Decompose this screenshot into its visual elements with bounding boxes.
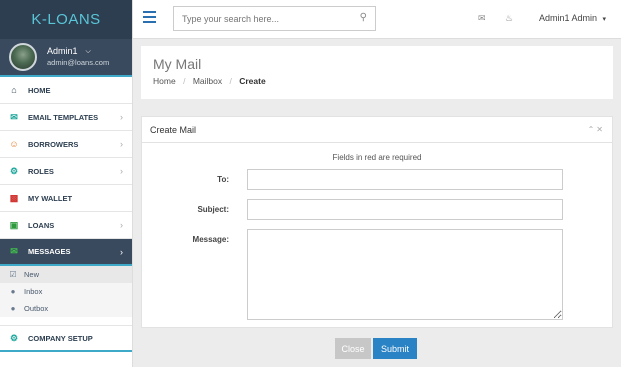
to-field[interactable] <box>247 169 563 190</box>
to-label: To: <box>217 175 229 184</box>
sidebar-item-label: ROLES <box>28 166 54 176</box>
envelope-icon[interactable]: ✉ <box>478 13 486 24</box>
sidebar-item-label: EMAIL TEMPLATES <box>28 112 99 122</box>
breadcrumb-mailbox[interactable]: Mailbox <box>193 76 222 86</box>
cogs-icon: ⚙ <box>9 332 19 343</box>
menu-toggle-icon[interactable] <box>143 11 156 24</box>
chevron-right-icon: › <box>120 247 123 257</box>
submenu-item-label: Outbox <box>24 304 49 313</box>
topbar: ⚲ ✉ ♨ Admin1 Admin ▾ <box>133 0 621 39</box>
breadcrumb-current: Create <box>239 76 266 86</box>
sidebar-item-home[interactable]: ⌂ HOME <box>0 77 132 104</box>
sidebar: K-LOANS Admin1 ⌵ admin@loans.com ⌂ HOME … <box>0 0 133 367</box>
profile-name: Admin1 <box>47 46 78 56</box>
chevron-right-icon: › <box>120 112 123 122</box>
subject-field[interactable] <box>247 199 563 220</box>
submenu-item-new[interactable]: ☑ New <box>0 266 132 283</box>
submenu-item-inbox[interactable]: ● Inbox <box>0 283 132 300</box>
search-box: ⚲ <box>173 6 376 31</box>
sidebar-item-label: COMPANY SETUP <box>28 333 93 343</box>
sidebar-item-my-wallet[interactable]: ▩ MY WALLET <box>0 185 132 212</box>
messages-submenu: ☑ New ● Inbox ● Outbox <box>0 266 132 317</box>
submit-button[interactable]: Submit <box>373 338 417 359</box>
sidebar-item-label: BORROWERS <box>28 139 79 149</box>
close-icon[interactable]: ✕ <box>596 125 605 134</box>
smiley-icon: ☺ <box>9 139 19 149</box>
subject-label: Subject: <box>197 205 229 214</box>
avatar <box>9 43 37 71</box>
sidebar-item-loans[interactable]: ▣ LOANS › <box>0 212 132 239</box>
user-menu-label: Admin1 Admin <box>539 13 598 23</box>
panel-header: Create Mail ⌃✕ <box>142 117 612 143</box>
search-input[interactable] <box>174 7 354 30</box>
sidebar-item-label: HOME <box>28 85 51 95</box>
sidebar-item-label: LOANS <box>28 220 55 230</box>
chevron-right-icon: › <box>120 220 123 230</box>
page-title: My Mail <box>153 56 202 72</box>
profile-email: admin@loans.com <box>47 58 110 67</box>
envelope-icon: ✉ <box>10 111 18 122</box>
bell-icon[interactable]: ♨ <box>505 13 513 24</box>
close-button[interactable]: Close <box>335 338 371 359</box>
breadcrumb: Home / Mailbox / Create <box>153 76 266 86</box>
panel-title: Create Mail <box>150 124 197 135</box>
submenu-item-label: New <box>24 270 40 279</box>
collapse-icon[interactable]: ⌃ <box>588 125 597 134</box>
breadcrumb-home[interactable]: Home <box>153 76 176 86</box>
home-icon: ⌂ <box>11 85 17 95</box>
submenu-item-outbox[interactable]: ● Outbox <box>0 300 132 317</box>
sidebar-item-roles[interactable]: ⚙ ROLES › <box>0 158 132 185</box>
page-header: My Mail Home / Mailbox / Create <box>141 46 613 99</box>
sidebar-item-borrowers[interactable]: ☺ BORROWERS › <box>0 131 132 158</box>
submenu-item-label: Inbox <box>24 287 43 296</box>
user-profile[interactable]: Admin1 ⌵ admin@loans.com <box>0 39 132 77</box>
search-icon[interactable]: ⚲ <box>360 12 367 23</box>
chevron-right-icon: › <box>120 139 123 149</box>
brand-logo[interactable]: K-LOANS <box>0 0 132 39</box>
create-mail-panel: Create Mail ⌃✕ Fields in red are require… <box>141 116 613 328</box>
sidebar-item-label: MESSAGES <box>28 247 71 256</box>
message-field[interactable] <box>247 229 563 320</box>
chevron-down-icon[interactable]: ⌵ <box>86 46 91 57</box>
sidebar-item-email-templates[interactable]: ✉ EMAIL TEMPLATES › <box>0 104 132 131</box>
bullet-icon: ● <box>10 287 16 296</box>
envelope-icon: ✉ <box>10 246 18 256</box>
sidebar-item-label: MY WALLET <box>28 193 73 203</box>
message-label: Message: <box>192 235 229 244</box>
cogs-icon: ⚙ <box>9 165 19 176</box>
briefcase-icon: ▩ <box>9 192 19 203</box>
required-note: Fields in red are required <box>332 153 422 162</box>
user-menu[interactable]: Admin1 Admin ▾ <box>539 13 606 23</box>
sidebar-item-company-setup[interactable]: ⚙ COMPANY SETUP <box>0 325 132 352</box>
check-square-icon: ☑ <box>9 270 17 279</box>
caret-down-icon: ▾ <box>602 16 607 23</box>
bullet-icon: ● <box>10 304 16 313</box>
sidebar-item-messages[interactable]: ✉ MESSAGES › <box>0 239 132 266</box>
chevron-right-icon: › <box>120 166 123 176</box>
money-icon: ▣ <box>9 219 19 230</box>
